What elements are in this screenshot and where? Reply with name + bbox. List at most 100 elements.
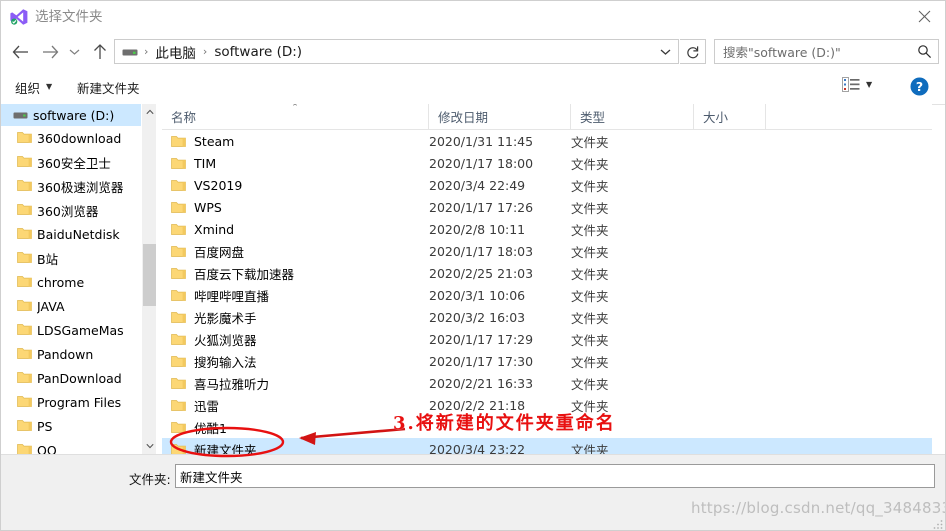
folder-name-input[interactable]: 新建文件夹 (175, 464, 935, 488)
chevron-down-icon (145, 443, 154, 449)
sidebar-scrollbar[interactable] (141, 104, 156, 454)
table-row[interactable]: 搜狗输入法 2020/1/17 17:30 文件夹 (162, 350, 932, 372)
folder-icon (17, 275, 32, 288)
chevron-down-icon: ▼ (866, 79, 873, 89)
folder-icon (17, 179, 32, 192)
sidebar-item-5[interactable]: B站 (1, 246, 156, 270)
folder-field-label: 文件夹: (129, 472, 171, 487)
column-header-size[interactable]: 大小 (694, 104, 766, 129)
arrow-right-icon (42, 45, 58, 59)
chevron-down-icon (660, 49, 670, 55)
table-row[interactable]: 百度网盘 2020/1/17 18:03 文件夹 (162, 240, 932, 262)
dialog-footer: 文件夹: 新建文件夹 选择文件夹 取消 (1, 454, 945, 530)
file-date-cell: 2020/2/2 21:18 (429, 397, 526, 413)
folder-icon (171, 355, 186, 368)
sidebar-item-3[interactable]: 360浏览器 (1, 198, 156, 222)
file-date-cell: 2020/1/17 17:26 (429, 199, 534, 215)
sidebar-item-9[interactable]: Pandown (1, 342, 156, 366)
sidebar-item-label: Program Files (37, 394, 122, 410)
folder-icon (17, 299, 32, 312)
organize-button[interactable]: 组织 ▼ (15, 77, 52, 97)
folder-icon (171, 267, 186, 280)
chevron-up-icon (145, 109, 154, 115)
file-name-label: 百度网盘 (194, 244, 245, 260)
table-row[interactable]: 光影魔术手 2020/3/2 16:03 文件夹 (162, 306, 932, 328)
file-name-label: 新建文件夹 (194, 442, 257, 455)
address-bar[interactable]: › 此电脑 › software (D:) (114, 39, 679, 64)
scroll-thumb[interactable] (143, 244, 156, 306)
close-button[interactable] (901, 1, 945, 32)
table-row[interactable]: 优酷1 (162, 416, 932, 438)
table-row[interactable]: 哔哩哔哩直播 2020/3/1 10:06 文件夹 (162, 284, 932, 306)
file-name-cell: 新建文件夹 (171, 438, 257, 454)
change-view-button[interactable]: ▼ (842, 77, 872, 92)
folder-icon (171, 289, 186, 302)
file-name-cell: 搜狗输入法 (171, 350, 257, 372)
table-row[interactable]: 喜马拉雅听力 2020/2/21 16:33 文件夹 (162, 372, 932, 394)
sidebar-item-10[interactable]: PanDownload (1, 366, 156, 390)
help-button[interactable]: ? (910, 77, 929, 96)
folder-icon (17, 443, 32, 454)
sidebar-item-0[interactable]: 360download (1, 126, 156, 150)
forward-button[interactable] (35, 37, 65, 67)
folder-icon (17, 323, 32, 336)
file-date-cell: 2020/3/4 22:49 (429, 177, 526, 193)
table-row[interactable]: Xmind 2020/2/8 10:11 文件夹 (162, 218, 932, 240)
table-row[interactable]: 新建文件夹 2020/3/4 23:22 文件夹 (162, 438, 932, 454)
file-date-cell: 2020/2/8 10:11 (429, 221, 526, 237)
table-row[interactable]: VS2019 2020/3/4 22:49 文件夹 (162, 174, 932, 196)
column-header-type[interactable]: 类型 (571, 104, 694, 129)
sidebar-item-2[interactable]: 360极速浏览器 (1, 174, 156, 198)
refresh-button[interactable] (680, 39, 706, 64)
file-name-label: VS2019 (194, 177, 243, 193)
sidebar-item-12[interactable]: PS (1, 414, 156, 438)
visual-studio-icon (9, 7, 29, 27)
sidebar-item-8[interactable]: LDSGameMas (1, 318, 156, 342)
chevron-down-icon (69, 49, 79, 55)
table-row[interactable]: TIM 2020/1/17 18:00 文件夹 (162, 152, 932, 174)
drive-icon (122, 46, 138, 58)
list-view-icon (842, 77, 860, 92)
sidebar-item-label: PanDownload (37, 370, 122, 386)
scroll-down-arrow[interactable] (142, 438, 156, 454)
file-name-cell: VS2019 (171, 174, 242, 196)
sidebar-item-13[interactable]: QQ (1, 438, 156, 454)
table-row[interactable]: 百度云下载加速器 2020/2/25 21:03 文件夹 (162, 262, 932, 284)
column-header-date-label: 修改日期 (438, 110, 489, 125)
sidebar-item-11[interactable]: Program Files (1, 390, 156, 414)
table-row[interactable]: WPS 2020/1/17 17:26 文件夹 (162, 196, 932, 218)
folder-icon (17, 227, 32, 240)
file-name-label: 搜狗输入法 (194, 354, 257, 370)
breadcrumb-item-0[interactable]: 此电脑 (154, 42, 197, 62)
svg-text:?: ? (916, 79, 923, 94)
file-date-cell: 2020/3/2 16:03 (429, 309, 526, 325)
sidebar-item-label: 360安全卫士 (37, 155, 111, 171)
breadcrumb-item-1[interactable]: software (D:) (213, 44, 303, 60)
sidebar-item-label: BaiduNetdisk (37, 226, 120, 242)
table-row[interactable]: 迅雷 2020/2/2 21:18 文件夹 (162, 394, 932, 416)
table-row[interactable]: Steam 2020/1/31 11:45 文件夹 (162, 130, 932, 152)
sidebar-item-label: 360download (37, 130, 122, 146)
up-button[interactable] (85, 37, 115, 67)
sidebar-item-1[interactable]: 360安全卫士 (1, 150, 156, 174)
scroll-up-arrow[interactable] (142, 104, 156, 120)
folder-icon (171, 399, 186, 412)
file-type-cell: 文件夹 (571, 442, 609, 455)
resize-grip[interactable] (932, 518, 944, 530)
sidebar-item-4[interactable]: BaiduNetdisk (1, 222, 156, 246)
sidebar-item-7[interactable]: JAVA (1, 294, 156, 318)
folder-icon (17, 203, 32, 216)
column-header-name[interactable]: 名称 ⌃ (162, 104, 429, 129)
close-icon (918, 10, 930, 23)
table-row[interactable]: 火狐浏览器 2020/1/17 17:29 文件夹 (162, 328, 932, 350)
address-dropdown-button[interactable] (653, 40, 677, 63)
search-icon[interactable] (917, 44, 932, 62)
back-button[interactable] (5, 37, 35, 67)
sidebar-item-6[interactable]: chrome (1, 270, 156, 294)
recent-locations-button[interactable] (63, 37, 85, 67)
column-header-date[interactable]: 修改日期 (429, 104, 571, 129)
file-name-cell: 百度网盘 (171, 240, 244, 262)
search-input[interactable]: 搜索"software (D:)" (714, 39, 939, 64)
new-folder-button[interactable]: 新建文件夹 (77, 77, 140, 97)
tree-item-root[interactable]: software (D:) (1, 104, 156, 126)
